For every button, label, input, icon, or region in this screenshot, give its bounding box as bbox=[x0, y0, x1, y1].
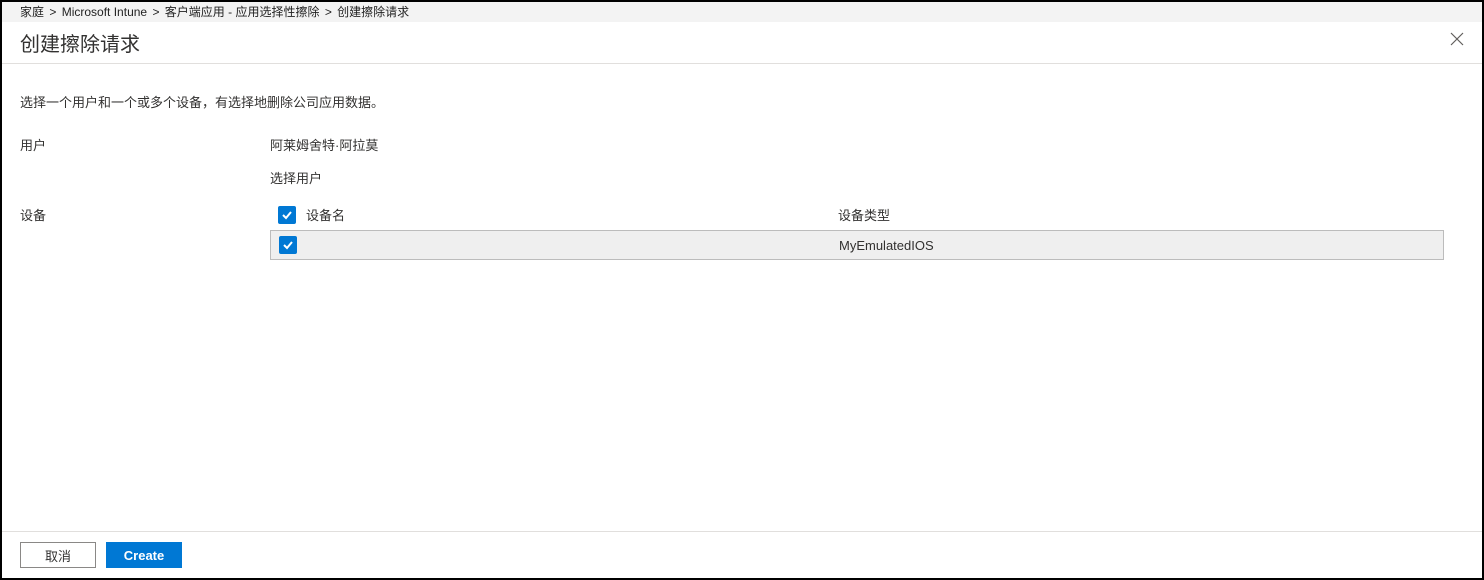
select-all-checkbox[interactable] bbox=[278, 206, 296, 224]
blade-window: 家庭 > Microsoft Intune > 客户端应用 - 应用选择性擦除 … bbox=[0, 0, 1484, 580]
user-label: 用户 bbox=[20, 135, 270, 154]
check-icon bbox=[281, 209, 293, 221]
device-row-name-cell bbox=[279, 236, 839, 254]
close-icon bbox=[1450, 32, 1464, 46]
blade-header: 创建擦除请求 bbox=[2, 22, 1482, 63]
device-row-type: MyEmulatedIOS bbox=[839, 238, 1443, 253]
table-row[interactable]: MyEmulatedIOS bbox=[270, 230, 1444, 260]
device-name-header: 设备名 bbox=[306, 205, 345, 224]
user-name-value: 阿莱姆舍特·阿拉莫 bbox=[270, 135, 1464, 154]
device-type-header: 设备类型 bbox=[838, 205, 1464, 224]
device-row: 设备 设备名 设备类型 bbox=[20, 205, 1464, 260]
user-row: 用户 阿莱姆舍特·阿拉莫 选择用户 bbox=[20, 135, 1464, 187]
close-button[interactable] bbox=[1446, 28, 1468, 50]
breadcrumb-intune[interactable]: Microsoft Intune bbox=[62, 5, 147, 19]
check-icon bbox=[282, 239, 294, 251]
breadcrumb-sep: > bbox=[49, 5, 56, 19]
breadcrumb-home[interactable]: 家庭 bbox=[20, 5, 44, 19]
device-row-checkbox[interactable] bbox=[279, 236, 297, 254]
page-title: 创建擦除请求 bbox=[20, 28, 140, 57]
user-value-area: 阿莱姆舍特·阿拉莫 选择用户 bbox=[270, 135, 1464, 187]
blade-content: 选择一个用户和一个或多个设备，有选择地删除公司应用数据。 用户 阿莱姆舍特·阿拉… bbox=[2, 64, 1482, 531]
description-text: 选择一个用户和一个或多个设备，有选择地删除公司应用数据。 bbox=[20, 92, 1464, 111]
breadcrumb-sep: > bbox=[325, 5, 332, 19]
select-user-link[interactable]: 选择用户 bbox=[270, 171, 322, 186]
device-table-header: 设备名 设备类型 bbox=[270, 205, 1464, 230]
device-header-name-col: 设备名 bbox=[278, 205, 838, 224]
breadcrumb-item: 客户端应用 - 应用选择性擦除 bbox=[165, 5, 320, 19]
device-table: 设备名 设备类型 MyEmulatedIOS bbox=[270, 205, 1464, 260]
breadcrumb-current: 创建擦除请求 bbox=[337, 5, 409, 19]
blade-footer: 取消 Create bbox=[2, 531, 1482, 578]
cancel-button[interactable]: 取消 bbox=[20, 542, 96, 568]
breadcrumb-clientapps[interactable]: 客户端应用 - 应用选择性擦除 bbox=[165, 5, 320, 19]
breadcrumb-item: 家庭 bbox=[20, 5, 44, 19]
breadcrumb: 家庭 > Microsoft Intune > 客户端应用 - 应用选择性擦除 … bbox=[2, 2, 1482, 22]
breadcrumb-item: Microsoft Intune bbox=[62, 5, 147, 19]
create-button[interactable]: Create bbox=[106, 542, 182, 568]
device-label: 设备 bbox=[20, 205, 270, 224]
breadcrumb-sep: > bbox=[152, 5, 159, 19]
